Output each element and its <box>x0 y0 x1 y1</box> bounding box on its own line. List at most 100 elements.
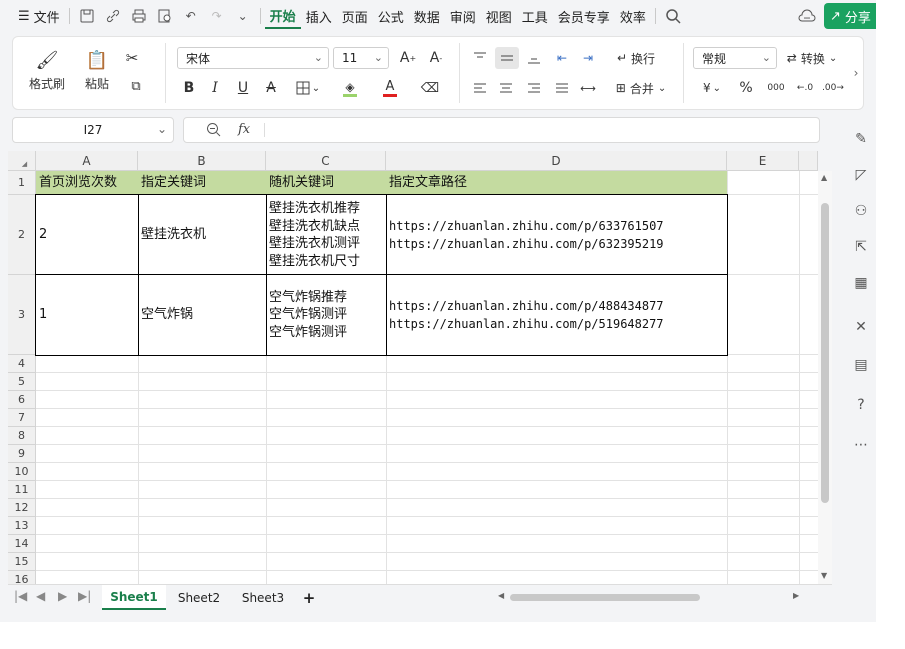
ribbon-expand-icon[interactable]: › <box>849 59 863 87</box>
wrap-text-button[interactable]: ↵ 换行 <box>611 47 661 69</box>
cell-views[interactable]: 2 <box>36 195 138 275</box>
row-header-1[interactable]: 1 <box>8 171 36 195</box>
row-header-10[interactable]: 10 <box>8 463 36 481</box>
shape-icon[interactable]: ◸ <box>852 166 870 184</box>
link-icon[interactable] <box>102 5 124 27</box>
cell-paths[interactable]: https://zhuanlan.zhihu.com/p/633761507 h… <box>386 195 727 275</box>
strikethrough-button[interactable]: A <box>261 77 281 99</box>
horizontal-scroll-thumb[interactable] <box>510 594 700 601</box>
tab-home[interactable]: 开始 <box>264 3 301 29</box>
cell-views[interactable]: 1 <box>36 275 138 355</box>
underline-button[interactable]: U <box>233 77 253 99</box>
row-header-4[interactable]: 4 <box>8 355 36 373</box>
name-box[interactable]: I27 ⌄ <box>12 117 174 143</box>
cell-keyword[interactable]: 空气炸锅 <box>138 275 266 355</box>
align-center-icon[interactable] <box>495 77 517 99</box>
sheet-tab-3[interactable]: Sheet3 <box>234 585 292 610</box>
people-icon[interactable]: ⚇ <box>852 202 870 220</box>
tab-review[interactable]: 审阅 <box>445 0 481 32</box>
fx-icon[interactable]: fx <box>238 122 250 137</box>
cell-paths[interactable]: https://zhuanlan.zhihu.com/p/488434877 h… <box>386 275 727 355</box>
row-header-16[interactable]: 16 <box>8 571 36 584</box>
more-icon[interactable]: ⋯ <box>852 436 870 454</box>
number-format-select[interactable]: 常规 ⌄ <box>693 47 777 69</box>
row-header-11[interactable]: 11 <box>8 481 36 499</box>
row-header-12[interactable]: 12 <box>8 499 36 517</box>
cut-icon[interactable]: ✂ <box>121 47 143 69</box>
scroll-down-icon[interactable]: ▼ <box>821 571 827 580</box>
row-header-15[interactable]: 15 <box>8 553 36 571</box>
column-header-e[interactable]: E <box>727 151 799 171</box>
font-name-select[interactable]: 宋体 ⌄ <box>177 47 329 69</box>
thousands-button[interactable]: 000 <box>763 77 789 99</box>
column-header-a[interactable]: A <box>36 151 138 171</box>
bold-button[interactable]: B <box>179 77 199 99</box>
eraser-icon[interactable]: ⌫ <box>413 77 447 99</box>
font-size-select[interactable]: 11 ⌄ <box>333 47 389 69</box>
search-icon[interactable] <box>662 5 684 27</box>
first-sheet-icon[interactable]: |◀ <box>14 589 27 603</box>
column-header-c[interactable]: C <box>266 151 386 171</box>
align-left-icon[interactable] <box>469 77 491 99</box>
cell-random-keywords[interactable]: 空气炸锅推荐 空气炸锅测评 空气炸锅测评 <box>266 275 386 355</box>
zoom-icon[interactable] <box>206 122 221 140</box>
pen-icon[interactable]: ✎ <box>852 130 870 148</box>
sheet-tab-2[interactable]: Sheet2 <box>170 585 228 610</box>
tab-formula[interactable]: 公式 <box>373 0 409 32</box>
print-preview-icon[interactable] <box>154 5 176 27</box>
row-header-7[interactable]: 7 <box>8 409 36 427</box>
sheet-tab-1[interactable]: Sheet1 <box>102 585 166 610</box>
file-menu[interactable]: ☰ 文件 <box>0 0 65 32</box>
help-icon[interactable]: ? <box>852 396 870 414</box>
row-header-2[interactable]: 2 <box>8 195 36 275</box>
align-right-icon[interactable] <box>523 77 545 99</box>
copy-icon[interactable]: ⧉ <box>121 75 151 97</box>
scroll-up-icon[interactable]: ▲ <box>821 173 827 182</box>
chevron-down-icon[interactable]: ⌄ <box>232 5 254 27</box>
tab-insert[interactable]: 插入 <box>301 0 337 32</box>
column-header-d[interactable]: D <box>386 151 727 171</box>
undo-icon[interactable]: ↶ <box>180 5 202 27</box>
row-header-8[interactable]: 8 <box>8 427 36 445</box>
row-header-13[interactable]: 13 <box>8 517 36 535</box>
book-icon[interactable]: ▤ <box>852 356 870 374</box>
row-header-14[interactable]: 14 <box>8 535 36 553</box>
column-header-b[interactable]: B <box>138 151 266 171</box>
formula-bar[interactable]: fx <box>183 117 820 143</box>
currency-button[interactable]: ¥ ⌄ <box>697 77 727 99</box>
row-header-6[interactable]: 6 <box>8 391 36 409</box>
justify-icon[interactable] <box>551 77 573 99</box>
header-cell-random-keywords[interactable]: 随机关键词 <box>266 171 386 195</box>
percent-button[interactable]: % <box>735 77 757 99</box>
tab-view[interactable]: 视图 <box>481 0 517 32</box>
indent-icon[interactable]: ⇥ <box>577 47 599 69</box>
decrease-font-icon[interactable]: A- <box>425 47 447 69</box>
italic-button[interactable]: I <box>205 77 225 99</box>
cell-random-keywords[interactable]: 壁挂洗衣机推荐 壁挂洗衣机缺点 壁挂洗衣机测评 壁挂洗衣机尺寸 <box>266 195 386 275</box>
redo-icon[interactable]: ↷ <box>206 5 228 27</box>
scroll-right-icon[interactable]: ▶ <box>793 591 799 600</box>
paste-button[interactable]: 📋 粘贴 <box>75 45 119 97</box>
header-cell-paths[interactable]: 指定文章路径 <box>386 171 727 195</box>
cell-keyword[interactable]: 壁挂洗衣机 <box>138 195 266 275</box>
tab-member[interactable]: 会员专享 <box>553 0 615 32</box>
prev-sheet-icon[interactable]: ◀ <box>36 589 45 603</box>
merge-button[interactable]: ⊞ 合并 ⌄ <box>611 77 671 99</box>
next-sheet-icon[interactable]: ▶ <box>58 589 67 603</box>
tab-tools[interactable]: 工具 <box>517 0 553 32</box>
format-painter-button[interactable]: 🖌 格式刷 <box>25 45 69 97</box>
fill-color-icon[interactable]: ◈ <box>333 77 367 99</box>
align-bottom-icon[interactable] <box>523 47 545 69</box>
align-top-icon[interactable] <box>469 47 491 69</box>
chart-icon[interactable]: ▦ <box>852 274 870 292</box>
share-sheet-icon[interactable]: ⇱ <box>852 238 870 256</box>
cloud-icon[interactable] <box>796 5 818 27</box>
outdent-icon[interactable]: ⇤ <box>551 47 573 69</box>
header-cell-keyword[interactable]: 指定关键词 <box>138 171 266 195</box>
distributed-icon[interactable]: ⟷ <box>577 77 599 99</box>
row-header-9[interactable]: 9 <box>8 445 36 463</box>
font-color-icon[interactable]: A <box>373 77 407 99</box>
scroll-left-icon[interactable]: ◀ <box>498 591 504 600</box>
add-sheet-button[interactable]: + <box>298 585 320 610</box>
tab-page[interactable]: 页面 <box>337 0 373 32</box>
